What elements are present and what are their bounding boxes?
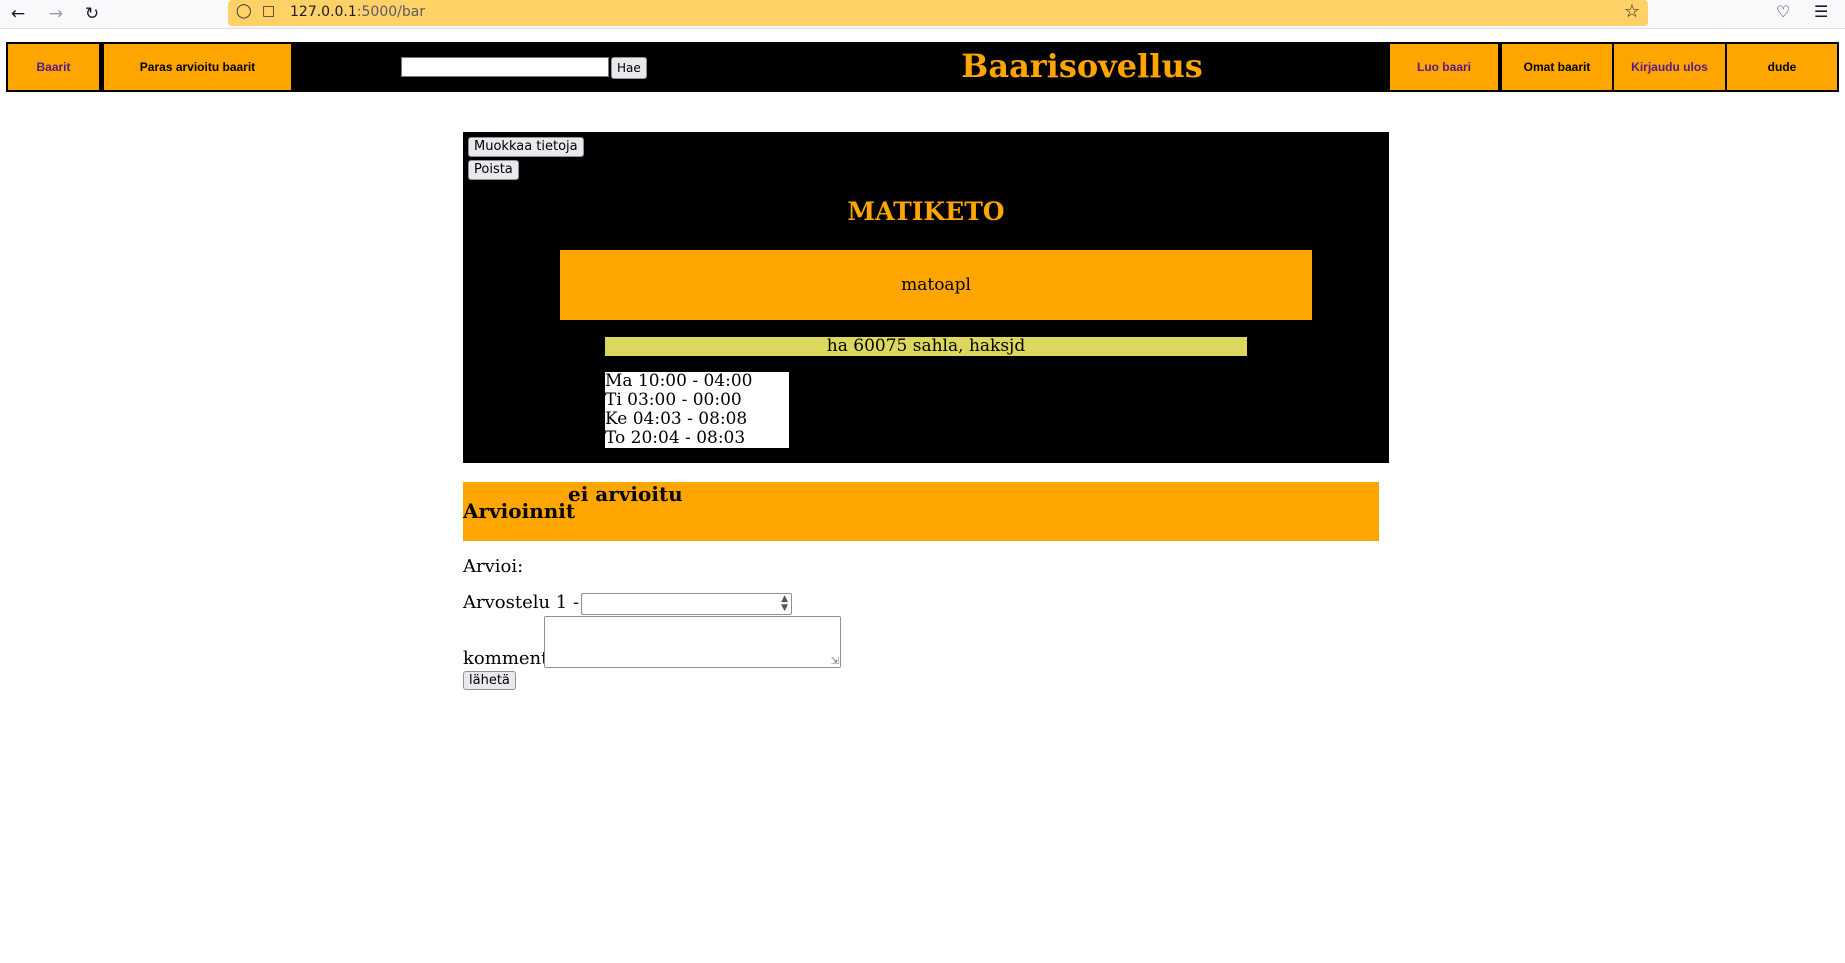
spinner-icon[interactable]: ▲ ▼ (781, 595, 788, 613)
comment-textarea[interactable]: ⇲ (544, 616, 841, 668)
delete-bar-button[interactable]: Poista (468, 160, 519, 180)
submit-review-button[interactable]: lähetä (463, 671, 516, 690)
rating-status: ei arvioitu (568, 482, 683, 506)
url-host: 127.0.0.1 (290, 4, 357, 20)
star-icon[interactable]: ☆ (1624, 1, 1640, 22)
address-bar[interactable]: ◯ □ 127.0.0.1:5000/bar ☆ (228, 0, 1648, 26)
rating-input[interactable]: ▲ ▼ (581, 593, 792, 615)
pocket-icon[interactable]: ♡ (1776, 2, 1790, 21)
reviews-section: Arvioinnit ei arvioitu (463, 482, 1379, 541)
nav-my-bars-link[interactable]: Omat baarit (1501, 43, 1613, 91)
resize-handle-icon[interactable]: ⇲ (831, 656, 839, 667)
nav-bars-link[interactable]: Baarit (7, 43, 100, 91)
search-input[interactable] (401, 57, 609, 77)
url-path: :5000/bar (356, 4, 426, 20)
hours-row: Ma 10:00 - 04:00 (605, 371, 753, 391)
shield-icon[interactable]: ◯ (236, 3, 252, 19)
opening-hours: Ma 10:00 - 04:00 Ti 03:00 - 00:00 Ke 04:… (605, 372, 789, 448)
back-arrow-icon[interactable]: ← (6, 2, 30, 26)
reload-icon[interactable]: ↻ (80, 2, 104, 26)
hamburger-menu-icon[interactable]: ☰ (1814, 2, 1828, 21)
bar-description: matoapl (560, 250, 1312, 320)
browser-toolbar: ← → ↻ ◯ □ 127.0.0.1:5000/bar ☆ ♡ ☰ (0, 0, 1845, 29)
rating-label: Arvostelu 1 - 5 (463, 592, 597, 613)
page-icon[interactable]: □ (262, 3, 275, 19)
forward-arrow-icon[interactable]: → (44, 2, 68, 26)
hours-row: Ti 03:00 - 00:00 (605, 390, 742, 410)
nav-logout-link[interactable]: Kirjaudu ulos (1613, 43, 1726, 91)
site-navbar: Baarit Paras arvioitu baarit Hae Baariso… (6, 42, 1839, 92)
review-form-heading: Arvioi: (463, 556, 524, 577)
bar-description-text: matoapl (901, 275, 971, 295)
nav-best-rated-link[interactable]: Paras arvioitu baarit (103, 43, 292, 91)
edit-bar-button[interactable]: Muokkaa tietoja (468, 137, 584, 157)
hours-row: To 20:04 - 08:03 (605, 428, 746, 448)
reviews-heading: Arvioinnit (463, 499, 576, 523)
bar-card: Muokkaa tietoja Poista MATIKETO matoapl … (463, 132, 1389, 463)
nav-username[interactable]: dude (1726, 43, 1838, 91)
site-title: Baarisovellus (961, 47, 1203, 85)
bar-address: ha 60075 sahla, haksjd (605, 337, 1247, 356)
hours-row: Ke 04:03 - 08:08 (605, 409, 748, 429)
search-button[interactable]: Hae (611, 57, 647, 79)
bar-name: MATIKETO (847, 197, 1005, 226)
nav-create-bar-link[interactable]: Luo baari (1389, 43, 1499, 91)
url-text[interactable]: 127.0.0.1:5000/bar (290, 4, 425, 20)
